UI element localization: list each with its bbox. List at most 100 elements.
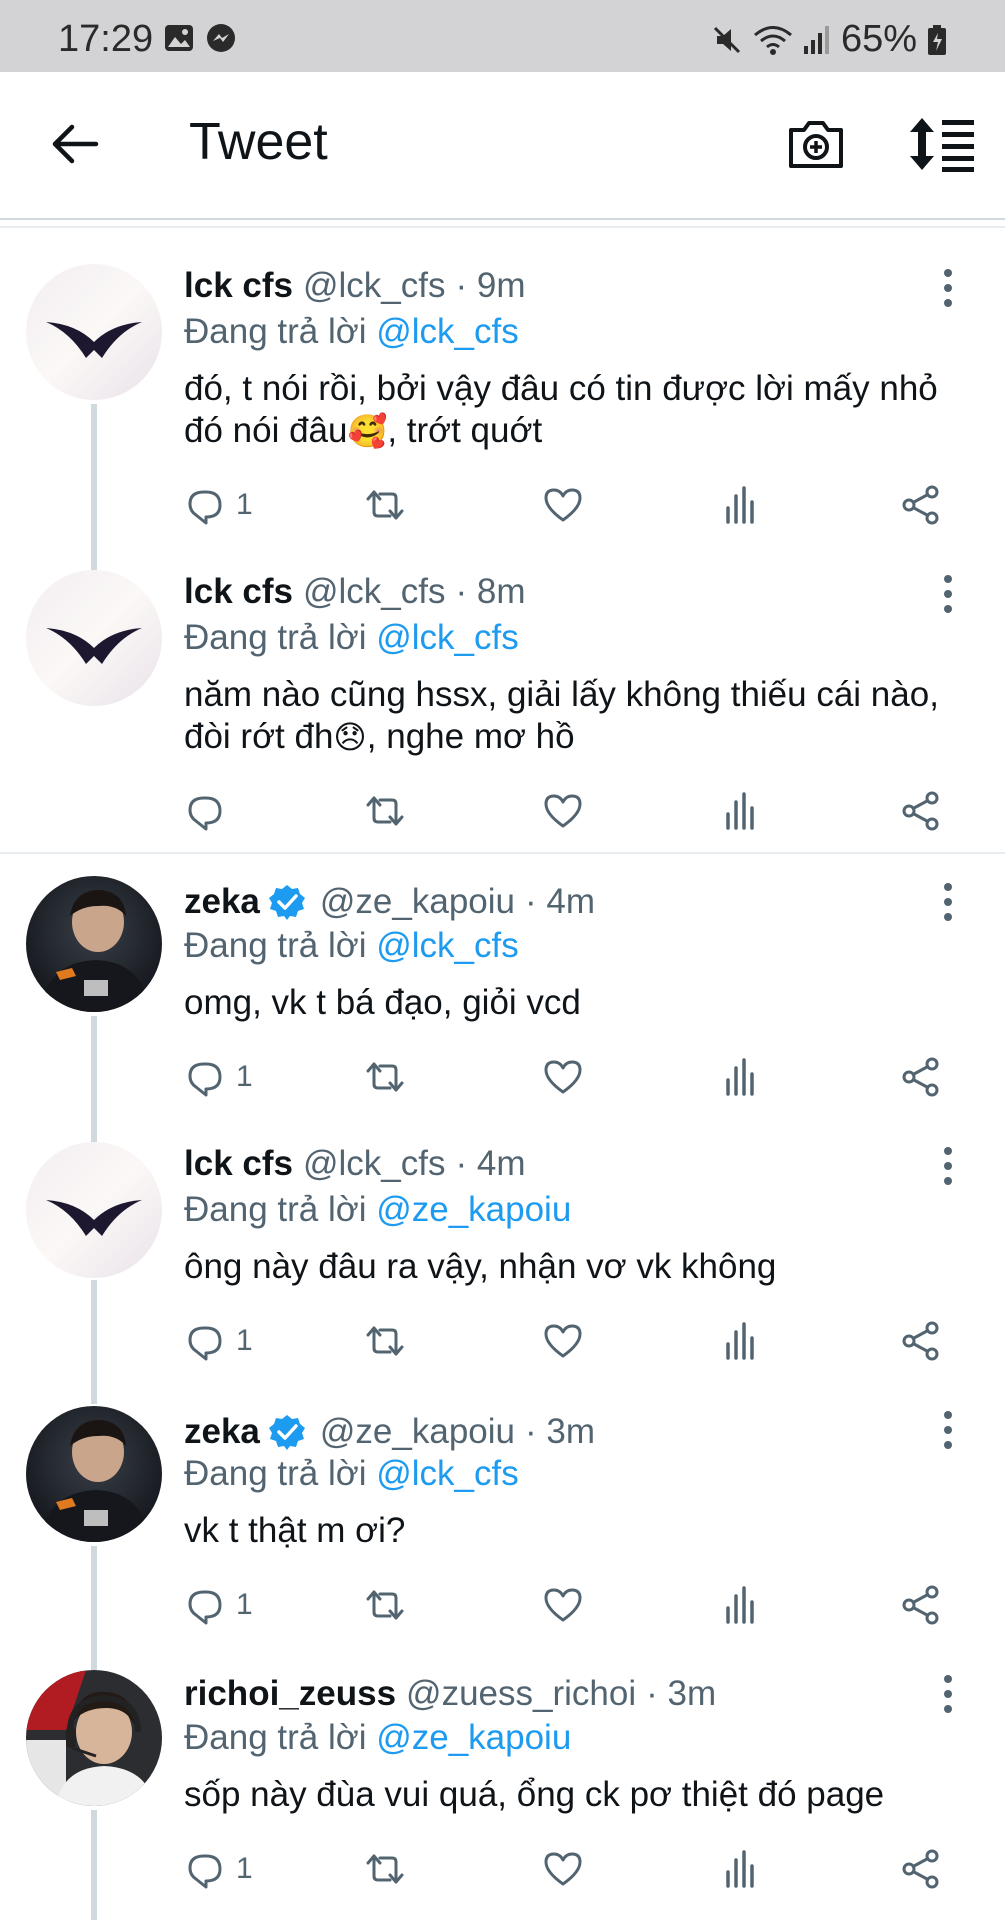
sort-icon[interactable] [908, 114, 976, 174]
like-button[interactable] [542, 786, 584, 836]
reply-button[interactable]: 1 [184, 1316, 253, 1366]
status-time: 17:29 [58, 18, 154, 60]
reply-icon [188, 796, 222, 831]
more-options-icon[interactable] [933, 266, 963, 310]
mention-link[interactable]: @ze_kapoiu [376, 1718, 571, 1757]
retweet-icon [366, 1590, 404, 1620]
emoji: 🥰 [347, 412, 388, 450]
tweet-handle: @lck_cfs [302, 266, 446, 305]
analytics-icon [726, 1058, 754, 1096]
reply-button[interactable]: 1 [184, 480, 253, 530]
retweet-icon [366, 796, 404, 826]
reply-button[interactable] [184, 786, 236, 836]
tweet-time: · 3m [525, 1412, 596, 1451]
divider [0, 852, 1005, 854]
tweet-time: · 8m [455, 572, 526, 611]
retweet-icon [366, 1854, 404, 1884]
tweet-handle: @zuess_richoi [406, 1674, 637, 1713]
mention-link[interactable]: @lck_cfs [376, 1454, 519, 1493]
reply-button[interactable]: 1 [184, 1580, 253, 1630]
tweet-text: sốp này đùa vui quá, ổng ck pơ thiệt đó … [184, 1775, 885, 1814]
retweet-icon [366, 1326, 404, 1356]
reply-icon [188, 1590, 222, 1625]
reply-context: Đang trả lời @lck_cfs [184, 1454, 519, 1494]
share-button[interactable] [900, 1316, 942, 1366]
heart-icon [544, 488, 582, 522]
back-arrow-icon[interactable] [48, 118, 100, 170]
share-button[interactable] [900, 786, 942, 836]
reply-button[interactable]: 1 [184, 1052, 253, 1102]
tweet-time: · 4m [525, 882, 596, 921]
like-button[interactable] [542, 1052, 584, 1102]
mention-link[interactable]: @lck_cfs [376, 312, 519, 351]
more-options-icon[interactable] [933, 880, 963, 924]
tweet-handle: @ze_kapoiu [319, 1412, 516, 1451]
tweet-author-name[interactable]: lck cfs [184, 266, 293, 306]
status-bar: 17:29 65% [0, 0, 1005, 72]
signal-icon [803, 25, 829, 54]
reply-prefix: Đang trả lời [184, 1454, 367, 1493]
avatar[interactable] [26, 264, 162, 400]
tweet-handle: @lck_cfs [302, 1144, 446, 1183]
more-options-icon[interactable] [933, 572, 963, 616]
tweet-author-name[interactable]: zeka [184, 1412, 260, 1452]
camera-icon[interactable] [786, 114, 846, 174]
analytics-button[interactable] [720, 1316, 762, 1366]
more-options-icon[interactable] [933, 1672, 963, 1716]
analytics-button[interactable] [720, 480, 762, 530]
like-button[interactable] [542, 480, 584, 530]
share-button[interactable] [900, 1844, 942, 1894]
mute-icon [713, 26, 740, 53]
heart-icon [544, 1852, 582, 1886]
tweet-author-name[interactable]: zeka [184, 882, 260, 922]
more-options-icon[interactable] [933, 1144, 963, 1188]
tweet-author-name[interactable]: lck cfs [184, 1144, 293, 1184]
page-title: Tweet [189, 113, 328, 171]
reply-icon [188, 1326, 222, 1361]
reply-count: 1 [236, 1588, 253, 1621]
more-options-icon[interactable] [933, 1408, 963, 1452]
analytics-button[interactable] [720, 1844, 762, 1894]
avatar[interactable] [26, 1142, 162, 1278]
gallery-icon [165, 25, 193, 51]
analytics-button[interactable] [720, 1580, 762, 1630]
avatar[interactable] [26, 876, 162, 1012]
tweet-actions: 1 [184, 1052, 964, 1102]
share-button[interactable] [900, 1580, 942, 1630]
tweet-actions [184, 786, 964, 836]
retweet-button[interactable] [364, 1580, 406, 1630]
mention-link[interactable]: @lck_cfs [376, 618, 519, 657]
retweet-button[interactable] [364, 1316, 406, 1366]
avatar[interactable] [26, 1670, 162, 1806]
analytics-button[interactable] [720, 1052, 762, 1102]
app-bar: Tweet [0, 72, 1005, 218]
tweet-text: năm nào cũng hssx, giải lấy không thiếu … [184, 675, 939, 756]
share-button[interactable] [900, 1052, 942, 1102]
tweet-author-name[interactable]: lck cfs [184, 572, 293, 612]
like-button[interactable] [542, 1580, 584, 1630]
tweet-handle: @lck_cfs [302, 572, 446, 611]
avatar[interactable] [26, 1406, 162, 1542]
tweet-text: đó, t nói rồi, bởi vậy đâu có tin được l… [184, 369, 938, 450]
tweet-author-name[interactable]: richoi_zeuss [184, 1674, 396, 1714]
reply-prefix: Đang trả lời [184, 1190, 367, 1229]
retweet-button[interactable] [364, 786, 406, 836]
wifi-icon [753, 25, 792, 55]
mention-link[interactable]: @lck_cfs [376, 926, 519, 965]
mention-link[interactable]: @ze_kapoiu [376, 1190, 571, 1229]
share-icon [902, 1057, 939, 1097]
like-button[interactable] [542, 1316, 584, 1366]
avatar[interactable] [26, 570, 162, 706]
share-button[interactable] [900, 480, 942, 530]
tweet-handle: @ze_kapoiu [319, 882, 516, 921]
tweet-time: · 3m [646, 1674, 717, 1713]
reply-button[interactable]: 1 [184, 1844, 253, 1894]
reply-icon [188, 1854, 222, 1889]
retweet-button[interactable] [364, 480, 406, 530]
battery-icon [928, 24, 946, 55]
analytics-button[interactable] [720, 786, 762, 836]
share-icon [902, 1321, 939, 1361]
like-button[interactable] [542, 1844, 584, 1894]
retweet-button[interactable] [364, 1844, 406, 1894]
retweet-button[interactable] [364, 1052, 406, 1102]
